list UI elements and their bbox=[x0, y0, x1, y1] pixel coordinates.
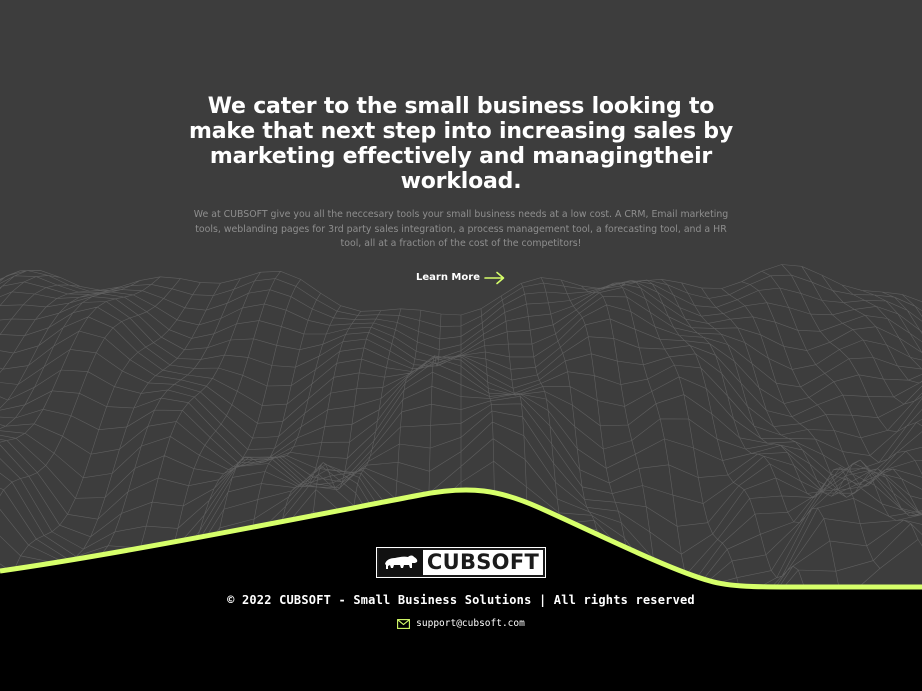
support-email-link[interactable]: support@cubsoft.com bbox=[397, 618, 525, 629]
hero-title: We cater to the small business looking t… bbox=[189, 94, 733, 194]
learn-more-label: Learn More bbox=[416, 272, 480, 283]
footer: CUBSOFT © 2022 CUBSOFT - Small Business … bbox=[0, 547, 922, 633]
envelope-icon bbox=[397, 618, 411, 629]
bear-icon bbox=[379, 549, 423, 576]
cubsoft-logo[interactable]: CUBSOFT bbox=[376, 547, 546, 578]
learn-more-link[interactable]: Learn More bbox=[416, 271, 506, 285]
hero-section: We cater to the small business looking t… bbox=[0, 94, 922, 285]
copyright-text: © 2022 CUBSOFT - Small Business Solution… bbox=[227, 593, 695, 607]
page: We cater to the small business looking t… bbox=[0, 0, 922, 691]
logo-text: CUBSOFT bbox=[426, 550, 540, 574]
hero-description: We at CUBSOFT give you all the neccesary… bbox=[193, 209, 729, 249]
support-email: support@cubsoft.com bbox=[416, 618, 525, 629]
arrow-right-icon bbox=[484, 271, 506, 285]
